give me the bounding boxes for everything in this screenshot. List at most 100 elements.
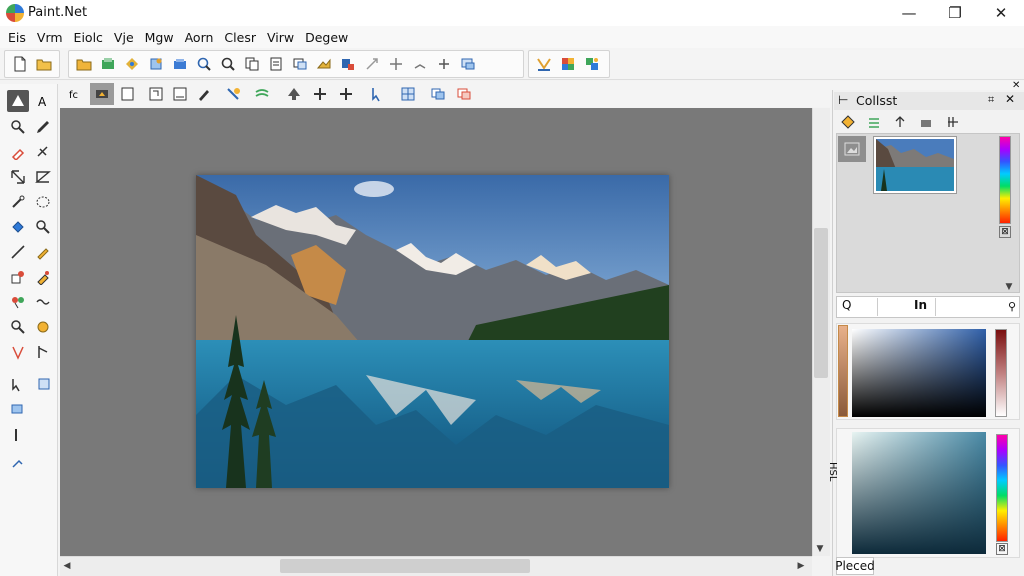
alpha-icon[interactable] [284,84,304,104]
primary-value-slider[interactable] [995,329,1007,417]
open-icon[interactable] [74,54,94,74]
layer-visibility-checkbox[interactable]: ⊠ [999,226,1011,238]
layer-properties-icon[interactable] [942,112,962,132]
undo-icon[interactable] [458,54,478,74]
redo-icon[interactable] [534,54,554,74]
lasso-icon[interactable] [32,166,54,188]
arrange-icon[interactable] [454,84,474,104]
pan-icon[interactable] [7,316,29,338]
primary-color-strip[interactable] [838,325,848,417]
blend-mode-icon[interactable] [90,83,114,105]
move-selection-icon[interactable] [7,90,29,112]
ellipse-select-icon[interactable] [32,191,54,213]
selection-mode-icon[interactable] [118,84,138,104]
paste-icon[interactable] [314,54,334,74]
recolor-icon[interactable] [32,266,54,288]
primary-color-field[interactable] [852,329,986,417]
layers-search-input[interactable]: Q [838,298,878,316]
freeform-icon[interactable] [32,291,54,313]
crop-icon[interactable] [242,54,262,74]
adjust-icon[interactable] [434,54,454,74]
paint-bucket-icon[interactable] [7,216,29,238]
replace-icon[interactable] [146,84,166,104]
menu-item[interactable]: Vje [110,30,138,45]
pin-icon[interactable]: ⌗ [988,93,994,107]
eraser-icon[interactable] [32,241,54,263]
vertical-scroll-thumb[interactable] [814,228,828,378]
menu-item[interactable]: Eis [4,30,30,45]
menu-item[interactable]: Vrm [33,30,67,45]
menu-item[interactable]: Virw [263,30,298,45]
magic-wand-icon[interactable] [7,191,29,213]
add-icon[interactable] [310,84,330,104]
line-width-icon[interactable] [7,424,29,446]
deselect-icon[interactable] [362,54,382,74]
panel-close-button[interactable]: ✕ [1005,92,1015,106]
fill-mode-icon[interactable] [252,84,272,104]
menu-item[interactable]: Aorn [181,30,218,45]
layer-thumbnail[interactable] [873,136,957,194]
cut-icon[interactable] [146,54,166,74]
add-layer-icon[interactable] [838,112,858,132]
pencil-icon[interactable] [32,116,54,138]
zoom-out-icon[interactable] [218,54,238,74]
scroll-right-icon[interactable]: ▶ [794,559,808,573]
brush-width-icon[interactable] [194,84,214,104]
shapes-icon[interactable] [7,266,29,288]
gradient-icon[interactable] [32,216,54,238]
duplicate-layer-icon[interactable] [864,112,884,132]
rectangle-select-icon[interactable] [7,166,29,188]
scroll-left-icon[interactable]: ◀ [60,559,74,573]
resize-icon[interactable] [266,54,286,74]
move-icon[interactable] [386,54,406,74]
menu-item[interactable]: Eiolc [70,30,107,45]
union-icon[interactable] [170,84,190,104]
color-select-icon[interactable] [7,452,29,474]
menu-item[interactable]: Degew [301,30,352,45]
layer-tool-icon[interactable] [7,399,29,421]
new-icon[interactable] [10,54,30,74]
hue-slider[interactable] [996,434,1008,542]
align-icon[interactable] [428,84,448,104]
search-icon[interactable]: ⚲ [1008,300,1016,313]
color-picker-icon[interactable] [7,141,29,163]
zoom-icon[interactable] [194,54,214,74]
select-icon[interactable] [410,54,430,74]
pointer-icon[interactable] [366,84,386,104]
effects-icon[interactable] [558,54,578,74]
line-icon[interactable] [7,241,29,263]
hardness-icon[interactable] [224,84,244,104]
brush-icon[interactable] [338,54,358,74]
scroll-down-icon[interactable]: ▼ [813,542,827,556]
menu-item[interactable]: Mgw [141,30,178,45]
open-folder-icon[interactable] [34,54,54,74]
layer-icon[interactable] [290,54,310,74]
horizontal-scroll-thumb[interactable] [280,559,530,573]
color-reset-checkbox[interactable]: ⊠ [996,543,1008,555]
canvas-image[interactable] [196,175,669,488]
panel-close-icon[interactable]: ✕ [1012,80,1020,91]
clone-icon[interactable] [32,141,54,163]
arrow-icon[interactable] [32,341,54,363]
brush-tool-icon[interactable] [7,291,29,313]
pen-icon[interactable] [7,341,29,363]
close-button[interactable]: ✕ [978,0,1024,26]
antialias-icon[interactable]: fc [66,84,86,104]
restore-button[interactable]: ❐ [932,0,978,26]
merge-layer-icon[interactable] [916,112,936,132]
print-icon[interactable] [122,54,142,74]
text-icon[interactable]: A [32,90,54,112]
palette-tab[interactable]: Pleced [835,557,875,575]
grid-icon[interactable] [398,84,418,104]
selection-arrow-icon[interactable] [7,374,29,396]
menu-item[interactable]: Clesr [220,30,260,45]
layer-hue-strip[interactable] [999,136,1011,224]
add-point-icon[interactable] [336,84,356,104]
copy-icon[interactable] [170,54,190,74]
move-layer-up-icon[interactable] [890,112,910,132]
settings-icon[interactable] [582,54,602,74]
secondary-color-field[interactable] [852,432,986,554]
layer-placeholder-icon[interactable] [838,136,866,162]
zoom-in-tool-icon[interactable] [32,316,54,338]
layers-scroll-down-icon[interactable]: ▼ [1002,280,1016,294]
